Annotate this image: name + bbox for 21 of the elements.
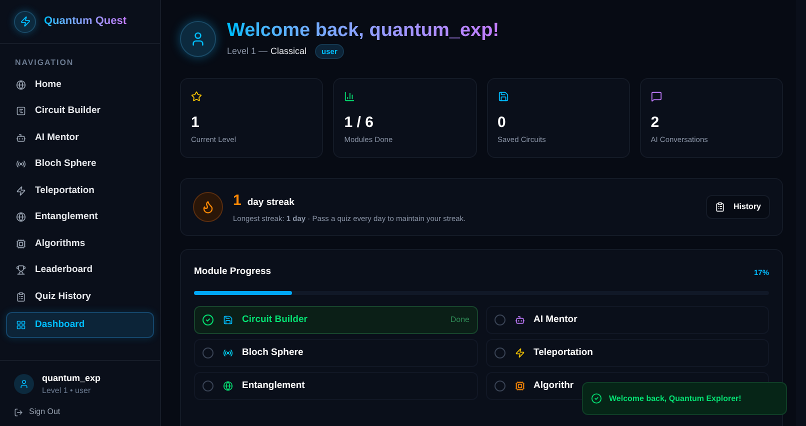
module-name: Algorithr (534, 380, 574, 392)
module-name: AI Mentor (534, 314, 578, 326)
nav-heading: NAVIGATION (14, 57, 75, 69)
stat-value: 1 (191, 114, 200, 132)
user-name: quantum_exp (42, 372, 101, 385)
level-text: Level 1 — (227, 44, 268, 58)
streak-unit: day streak (247, 196, 294, 210)
stat-value: 0 (498, 114, 507, 132)
stat-value: 1 / 6 (344, 114, 374, 132)
rank-text: Classical (270, 44, 307, 58)
streak-count: 1 (233, 191, 242, 212)
stat-value: 2 (650, 114, 660, 132)
progress-title: Module Progress (194, 265, 272, 280)
done-label: Done (450, 314, 470, 326)
welcome-title: Welcome back, quantum_exp! (227, 19, 500, 43)
module-name: Teleportation (534, 346, 593, 358)
module-name: Circuit Builder (242, 314, 308, 326)
module-name: Bloch Sphere (242, 346, 304, 358)
user-meta: Level 1 • user (42, 385, 92, 397)
module-name: Entanglement (242, 380, 305, 392)
toast-message: Welcome back, Quantum Explorer! (609, 392, 742, 404)
